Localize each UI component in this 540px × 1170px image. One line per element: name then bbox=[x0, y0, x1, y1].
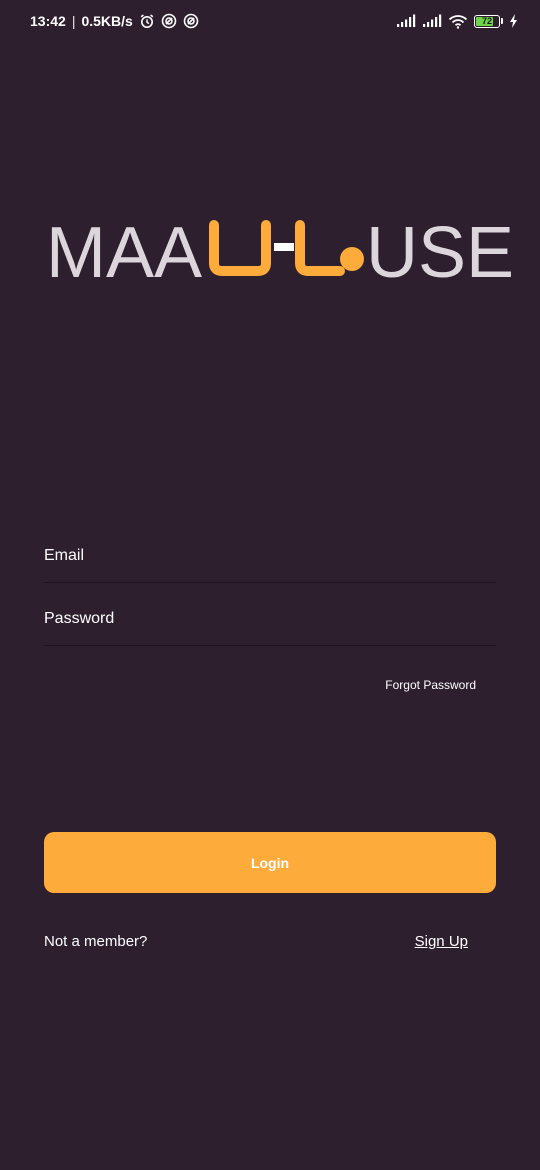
password-field[interactable] bbox=[44, 610, 496, 628]
battery-level: 72 bbox=[481, 16, 492, 26]
not-member-label: Not a member? bbox=[44, 933, 148, 950]
status-time: 13:42 bbox=[30, 13, 66, 29]
login-button[interactable]: Login bbox=[44, 832, 496, 893]
wifi-icon bbox=[448, 14, 468, 29]
logo-graphic: MAA USE bbox=[46, 213, 514, 293]
sign-up-link[interactable]: Sign Up bbox=[415, 933, 468, 950]
signal-icon bbox=[396, 14, 416, 28]
signal-icon bbox=[422, 14, 442, 28]
login-screen: 13:42 | 0.5KB/s 72 MAA USE Email Forgot … bbox=[0, 0, 540, 1170]
battery-icon: 72 bbox=[474, 14, 503, 28]
alarm-icon bbox=[139, 13, 155, 29]
status-bar-left: 13:42 | 0.5KB/s bbox=[30, 13, 199, 29]
app-logo: MAA USE bbox=[0, 195, 540, 305]
forgot-password-link[interactable]: Forgot Password bbox=[385, 678, 476, 692]
charging-icon bbox=[509, 14, 518, 28]
sync-icon bbox=[161, 13, 177, 29]
network-speed: 0.5KB/s bbox=[81, 13, 133, 29]
logo-text-right: USE bbox=[366, 213, 514, 293]
status-separator: | bbox=[71, 13, 76, 29]
password-field-container bbox=[44, 593, 496, 646]
sync-icon bbox=[183, 13, 199, 29]
logo-text-left: MAA bbox=[46, 213, 202, 293]
status-bar-right: 72 bbox=[396, 14, 518, 29]
status-bar: 13:42 | 0.5KB/s 72 bbox=[0, 0, 540, 42]
email-field-container bbox=[44, 530, 496, 583]
email-field[interactable] bbox=[44, 547, 496, 565]
